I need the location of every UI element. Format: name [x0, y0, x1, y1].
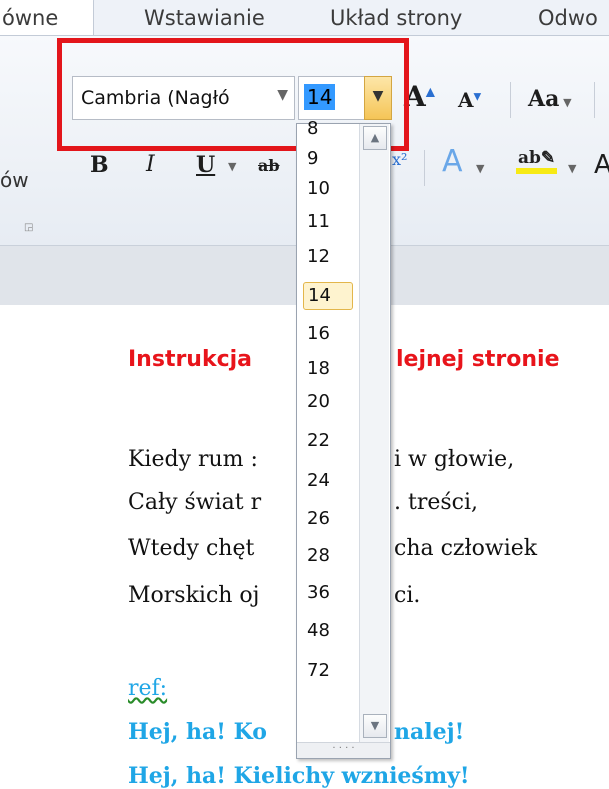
tab-page-layout[interactable]: Układ strony [330, 6, 462, 30]
verse-line-4-left: Morskich oj [128, 583, 260, 608]
font-size-option-28[interactable]: 28 [303, 543, 353, 571]
resize-grip[interactable]: · · · · [297, 742, 390, 758]
refrain-line-1-left: Hej, ha! Ko [128, 719, 267, 745]
verse-line-3-right: cha człowiek [394, 536, 538, 561]
underline-button[interactable]: U [196, 152, 215, 178]
font-size-option-24[interactable]: 24 [303, 468, 353, 496]
shrink-font-icon[interactable]: A▼ [458, 88, 481, 112]
chevron-down-icon[interactable]: ▼ [476, 162, 484, 175]
chevron-up-icon: ▲ [370, 131, 380, 144]
document-title-right: lejnej stronie [396, 347, 560, 372]
font-size-option-10[interactable]: 10 [303, 176, 353, 204]
verse-line-3-left: Wtedy chęt [128, 536, 255, 561]
chevron-down-icon[interactable]: ▼ [568, 162, 576, 175]
font-size-option-48[interactable]: 48 [303, 618, 353, 646]
scroll-up-button[interactable]: ▲ [363, 126, 387, 150]
ref-label: ref: [128, 676, 168, 701]
scrollbar-track[interactable] [359, 124, 389, 742]
font-size-dropdown-list[interactable]: ▲ ▼ 8 9 10 11 12 14 16 18 20 22 24 26 28 36 48 72 · · ·… [296, 118, 391, 759]
text-effects-icon[interactable]: A [442, 144, 463, 179]
tab-home[interactable]: ówne [2, 6, 58, 30]
dialog-launcher-icon[interactable]: ◲ [24, 222, 33, 233]
font-size-option-12[interactable]: 12 [303, 244, 353, 272]
chevron-down-icon[interactable]: ▼ [228, 160, 236, 173]
font-size-option-8[interactable]: 8 [303, 116, 353, 144]
group-label-partial: ów [0, 168, 29, 192]
font-size-option-16[interactable]: 16 [303, 321, 353, 349]
font-size-option-72[interactable]: 72 [303, 658, 353, 686]
verse-line-1-left: Kiedy rum : [128, 447, 258, 472]
font-size-option-20[interactable]: 20 [303, 389, 353, 417]
verse-line-1-right: i w głowie, [394, 447, 515, 472]
strikethrough-icon[interactable]: ab [258, 156, 280, 175]
font-size-option-14[interactable]: 14 [303, 282, 353, 310]
tab-insert[interactable]: Wstawianie [144, 6, 265, 30]
verse-line-2-left: Cały świat r [128, 490, 262, 515]
font-color-icon[interactable]: A [594, 150, 609, 180]
ribbon-separator [424, 150, 425, 186]
tab-references[interactable]: Odwo [538, 6, 598, 30]
refrain-line-2: Hej, ha! Kielichy wznieśmy! [128, 763, 470, 789]
text-highlight-color-icon[interactable]: ab✎ [516, 148, 558, 174]
chevron-down-icon: ▼ [370, 719, 380, 732]
change-case-button[interactable]: Aa ▼ [528, 86, 572, 112]
verse-line-2-right: . treści, [394, 490, 479, 515]
document-title-left: Instrukcja [128, 347, 253, 372]
font-size-option-26[interactable]: 26 [303, 506, 353, 534]
refrain-line-1-right: nalej! [394, 719, 465, 745]
ribbon-separator [594, 82, 595, 118]
font-size-option-18[interactable]: 18 [303, 356, 353, 384]
ribbon-tab-bar: ówne Wstawianie Układ strony Odwo [0, 0, 609, 36]
bold-button[interactable]: B [90, 152, 109, 178]
ribbon-separator [510, 82, 511, 118]
font-size-option-22[interactable]: 22 [303, 428, 353, 456]
italic-button[interactable]: I [146, 152, 155, 177]
verse-line-4-right: ci. [394, 583, 421, 608]
subscript-icon[interactable]: x² [392, 150, 407, 169]
font-size-option-9[interactable]: 9 [303, 146, 353, 174]
scroll-down-button[interactable]: ▼ [363, 714, 387, 738]
font-size-option-36[interactable]: 36 [303, 580, 353, 608]
font-size-option-11[interactable]: 11 [303, 209, 353, 237]
